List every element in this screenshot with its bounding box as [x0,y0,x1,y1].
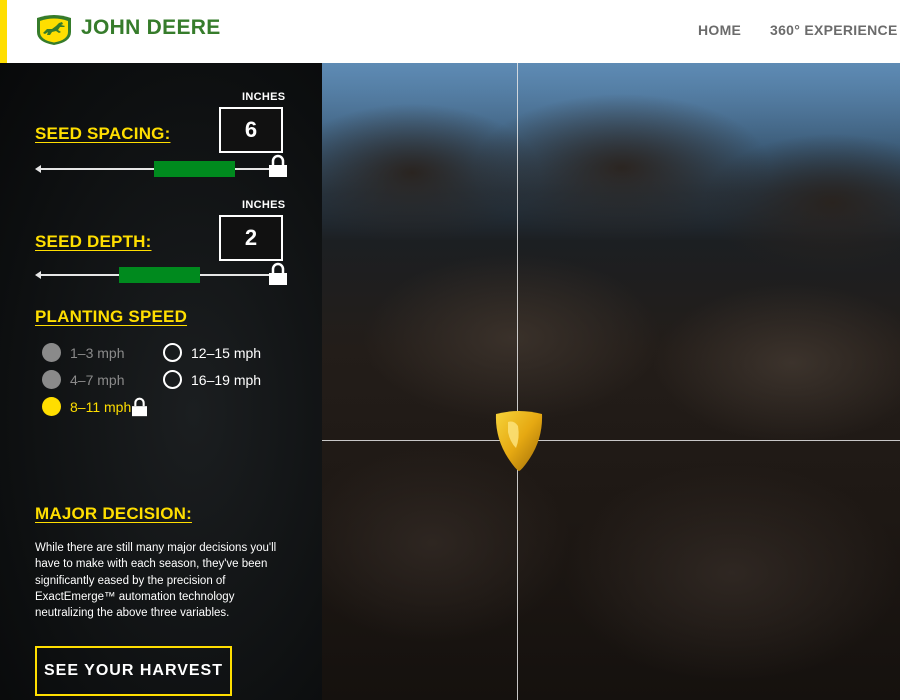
seed-depth-title: SEED DEPTH: [35,232,152,251]
nav-home[interactable]: HOME [698,22,741,38]
radio-dot [42,370,61,389]
soil-clump [362,253,662,423]
deer-logo-icon[interactable] [35,14,73,46]
see-your-harvest-button[interactable]: SEE YOUR HARVEST [35,646,232,696]
soil-clump [652,283,900,443]
seed-depth-slider-handle[interactable] [119,267,200,283]
radio-dot[interactable] [163,370,182,389]
lock-icon [132,397,147,417]
speed-option-4-7: 4–7 mph [42,370,124,389]
soil-scene [322,63,900,700]
planting-speed-title: PLANTING SPEED [35,307,188,326]
speed-option-label[interactable]: 16–19 mph [191,372,261,388]
corn-seed-icon[interactable] [494,408,544,472]
speed-option-12-15[interactable]: 12–15 mph [163,343,261,362]
lock-icon [269,262,287,285]
speed-option-1-3: 1–3 mph [42,343,124,362]
seed-depth-value[interactable]: 2 [219,215,283,261]
soil-clump [562,463,900,683]
nav-360-experience[interactable]: 360° EXPERIENCE [770,22,898,38]
accent-bar [0,0,7,63]
seed-depth-unit: INCHES [242,199,286,211]
speed-option-label: 1–3 mph [70,344,125,361]
radio-dot [42,343,61,362]
seed-spacing-slider-handle[interactable] [154,161,235,177]
seed-spacing-value[interactable]: 6 [219,107,283,153]
major-decision-text: While there are still many major decisio… [35,542,277,620]
crosshair-horizontal [322,440,900,441]
speed-option-label: 4–7 mph [70,371,125,388]
speed-option-label[interactable]: 8–11 mph [70,399,131,415]
speed-option-16-19[interactable]: 16–19 mph [163,370,261,389]
major-decision-title: MAJOR DECISION: [35,504,192,523]
site-header: JOHN DEERE HOME 360° EXPERIENCE [0,0,900,63]
radio-dot[interactable] [42,397,61,416]
lock-icon [269,154,287,177]
brand-name[interactable]: JOHN DEERE [81,16,221,40]
speed-option-label[interactable]: 12–15 mph [191,345,261,361]
crosshair-vertical [517,63,518,700]
seed-spacing-title: SEED SPACING: [35,124,171,143]
soil-clump [322,443,572,643]
radio-dot[interactable] [163,343,182,362]
seed-spacing-unit: INCHES [242,91,286,103]
speed-option-8-11[interactable]: 8–11 mph [42,397,131,416]
